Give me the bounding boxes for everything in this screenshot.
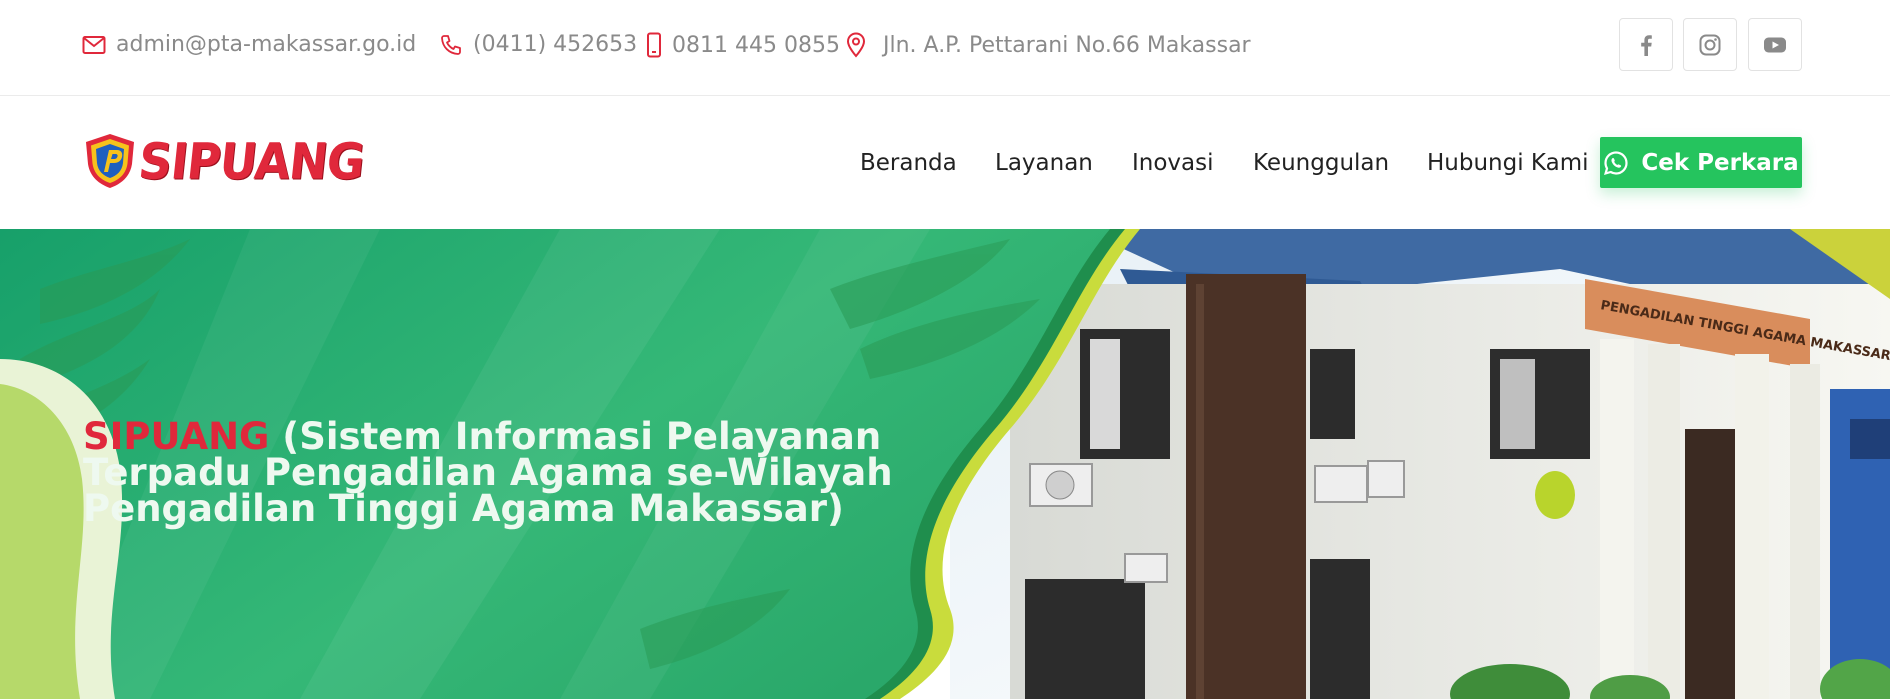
- contact-email-text: admin@pta-makassar.go.id: [116, 32, 417, 57]
- youtube-button[interactable]: [1748, 18, 1802, 71]
- main-navbar: SIPUANG Beranda Layanan Inovasi Keunggul…: [0, 97, 1890, 229]
- contact-mobile-text: 0811 445 0855: [672, 32, 840, 58]
- contact-address[interactable]: Jln. A.P. Pettarani No.66 Makassar: [845, 32, 1251, 58]
- facebook-button[interactable]: [1619, 18, 1673, 71]
- mobile-phone-icon: [647, 32, 661, 58]
- nav-item-keunggulan[interactable]: Keunggulan: [1253, 150, 1389, 176]
- nav-item-hubungi-kami[interactable]: Hubungi Kami: [1427, 150, 1589, 176]
- youtube-icon: [1764, 37, 1786, 52]
- phone-icon: [441, 34, 461, 55]
- hero-banner: PENGADILAN TINGGI AGAMA MAKASSAR SIPUANG…: [0, 229, 1890, 699]
- contact-address-text: Jln. A.P. Pettarani No.66 Makassar: [883, 32, 1251, 58]
- shield-logo-icon: [86, 134, 134, 188]
- nav-item-inovasi[interactable]: Inovasi: [1132, 150, 1214, 176]
- site-logo[interactable]: SIPUANG: [83, 131, 367, 191]
- whatsapp-icon: [1604, 150, 1628, 175]
- hero-title: SIPUANG (Sistem Informasi Pelayanan Terp…: [83, 418, 963, 527]
- cek-perkara-button[interactable]: Cek Perkara: [1600, 137, 1802, 188]
- contact-phone-text: (0411) 452653: [473, 32, 638, 57]
- nav-item-beranda[interactable]: Beranda: [860, 150, 957, 176]
- top-bar: admin@pta-makassar.go.id (0411) 452653 0…: [0, 0, 1890, 96]
- contact-mobile[interactable]: 0811 445 0855: [646, 32, 840, 58]
- cek-perkara-label: Cek Perkara: [1641, 149, 1799, 176]
- facebook-icon: [1641, 34, 1652, 56]
- contact-email[interactable]: admin@pta-makassar.go.id: [82, 32, 416, 57]
- contact-phone[interactable]: (0411) 452653: [439, 32, 637, 57]
- map-pin-icon: [846, 32, 866, 58]
- mail-icon: [82, 35, 106, 54]
- nav-item-layanan[interactable]: Layanan: [995, 150, 1093, 176]
- logo-text: SIPUANG: [135, 131, 367, 191]
- instagram-icon: [1699, 34, 1721, 55]
- instagram-button[interactable]: [1683, 18, 1737, 71]
